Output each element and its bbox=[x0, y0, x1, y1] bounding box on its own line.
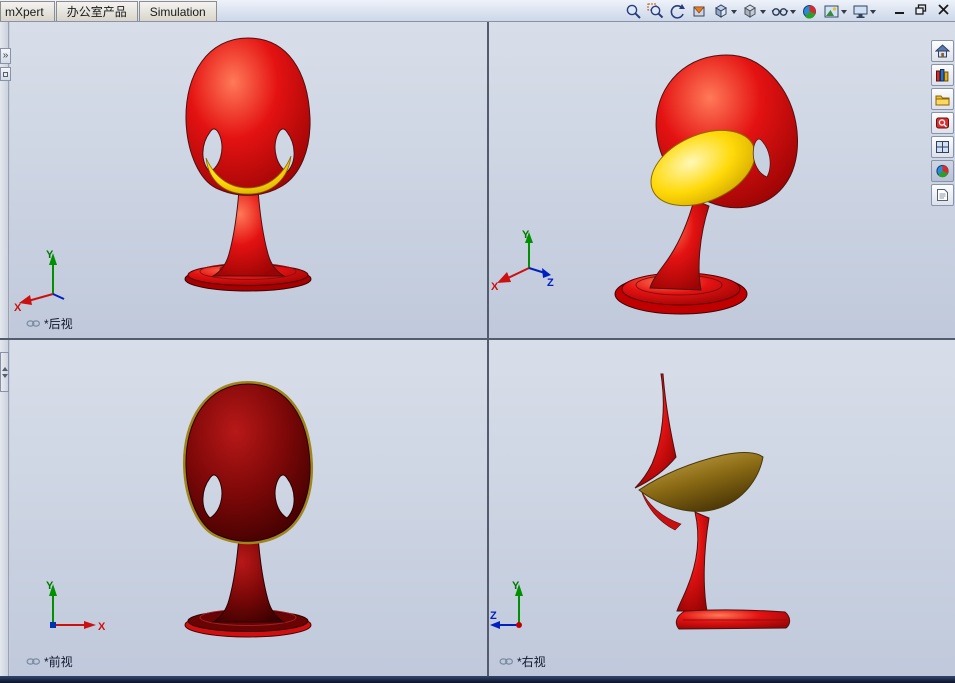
apply-scene-icon[interactable] bbox=[822, 1, 848, 21]
view-name-right: *右视 bbox=[499, 653, 546, 670]
section-view-icon[interactable] bbox=[690, 1, 709, 21]
view-orientation-icon[interactable] bbox=[712, 1, 738, 21]
link-icon bbox=[26, 320, 41, 327]
view-name-label: *前视 bbox=[44, 655, 73, 669]
window-controls bbox=[891, 2, 951, 17]
chevron-down-icon bbox=[870, 10, 876, 17]
design-library-icon[interactable] bbox=[931, 64, 954, 86]
minimize-button[interactable] bbox=[891, 2, 907, 17]
svg-text:Y: Y bbox=[46, 249, 54, 261]
svg-text:Z: Z bbox=[490, 610, 497, 622]
task-pane-tabs bbox=[931, 40, 954, 206]
heads-up-toolbar bbox=[624, 0, 877, 22]
file-explorer-icon[interactable] bbox=[931, 88, 954, 110]
pin-icon bbox=[3, 71, 8, 77]
chevron-down-icon bbox=[731, 10, 737, 17]
chair-model-back-view: Y X bbox=[14, 37, 312, 314]
chevron-down-icon bbox=[790, 10, 796, 17]
viewport-splitter-horizontal[interactable] bbox=[0, 338, 955, 340]
svg-text:Y: Y bbox=[46, 580, 54, 592]
collapsed-feature-panel[interactable] bbox=[0, 22, 9, 676]
hide-show-items-icon[interactable] bbox=[770, 1, 797, 21]
view-name-label: *右视 bbox=[517, 655, 546, 669]
svg-text:X: X bbox=[14, 302, 22, 314]
chevron-down-icon bbox=[760, 10, 766, 17]
view-name-front: *前视 bbox=[26, 653, 73, 670]
command-tabs: mXpert 办公室产品 Simulation bbox=[0, 0, 218, 21]
viewport-isometric[interactable]: Y X Z bbox=[489, 22, 955, 338]
link-icon bbox=[26, 658, 41, 665]
triad-iso: Y X Z bbox=[491, 229, 554, 293]
edit-appearance-icon[interactable] bbox=[800, 1, 819, 21]
link-icon bbox=[499, 658, 514, 665]
feature-panel-pin-button[interactable] bbox=[0, 67, 11, 81]
view-settings-icon[interactable] bbox=[851, 1, 877, 21]
zoom-to-fit-icon[interactable] bbox=[624, 1, 643, 21]
solidworks-search-icon[interactable] bbox=[931, 112, 954, 134]
zoom-to-area-icon[interactable] bbox=[646, 1, 665, 21]
chevron-up-icon bbox=[1, 364, 8, 371]
triad-right: Y Z bbox=[490, 580, 523, 629]
chevron-down-icon bbox=[1, 373, 8, 381]
solidworks-resources-icon[interactable] bbox=[931, 40, 954, 62]
tab-dimxpert[interactable]: mXpert bbox=[0, 1, 55, 21]
chair-model-front-view: Y X bbox=[46, 380, 314, 638]
chevron-down-icon bbox=[841, 10, 847, 17]
svg-text:Y: Y bbox=[522, 229, 530, 241]
view-name-label: *后视 bbox=[44, 317, 73, 331]
viewport-back[interactable]: Y X *后视 bbox=[10, 22, 487, 338]
close-button[interactable] bbox=[935, 2, 951, 17]
status-bar bbox=[0, 676, 955, 683]
tab-office-products[interactable]: 办公室产品 bbox=[55, 1, 138, 21]
svg-text:X: X bbox=[491, 281, 499, 293]
viewport-right[interactable]: Y Z *右视 bbox=[489, 340, 955, 676]
previous-view-icon[interactable] bbox=[668, 1, 687, 21]
svg-text:Y: Y bbox=[512, 580, 520, 592]
svg-text:X: X bbox=[98, 621, 106, 633]
view-palette-icon[interactable] bbox=[931, 136, 954, 158]
pane-splitter-handle[interactable] bbox=[0, 352, 9, 392]
display-style-icon[interactable] bbox=[741, 1, 767, 21]
chair-model-iso-view: Y X Z bbox=[491, 54, 799, 315]
tab-simulation[interactable]: Simulation bbox=[138, 1, 217, 21]
viewport-front[interactable]: Y X *前视 bbox=[10, 340, 487, 676]
graphics-area: Y X *后视 Y X Z Y X *前视 Y Z *右视 » bbox=[0, 22, 955, 676]
chair-model-right-view: Y Z bbox=[490, 373, 791, 630]
restore-button[interactable] bbox=[913, 2, 929, 17]
triad-front: Y X bbox=[46, 580, 106, 633]
triad-back: Y X bbox=[14, 249, 65, 314]
feature-panel-flyout-button[interactable]: » bbox=[0, 48, 11, 64]
appearances-scenes-icon[interactable] bbox=[931, 160, 954, 182]
view-name-back: *后视 bbox=[26, 315, 73, 332]
viewport-splitter-vertical[interactable] bbox=[487, 22, 489, 676]
custom-properties-icon[interactable] bbox=[931, 184, 954, 206]
svg-text:Z: Z bbox=[547, 277, 554, 289]
